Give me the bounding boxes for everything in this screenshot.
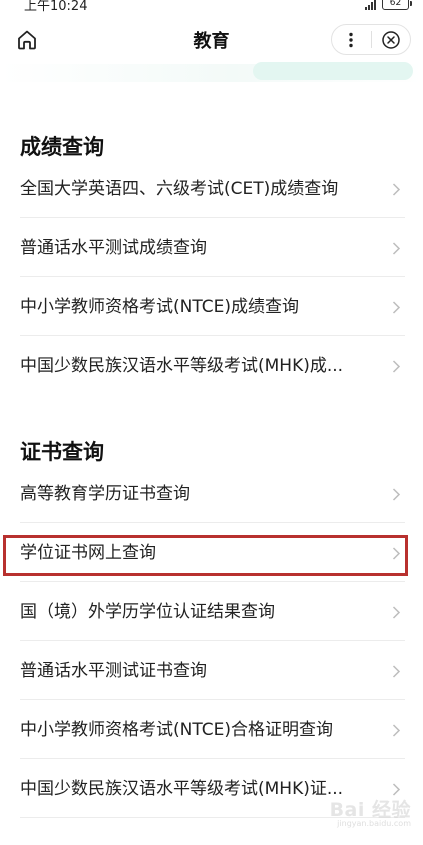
chevron-right-icon [392,665,401,678]
list-item-label: 全国大学英语四、六级考试(CET)成绩查询 [20,179,339,199]
close-button[interactable] [371,25,410,54]
row-divider [20,217,405,218]
watermark: Bai 经验 jingyan.baidu.com [311,795,411,833]
battery-level: 62 [389,0,402,8]
list-item[interactable]: 中国少数民族汉语水平等级考试(MHK)成... [20,337,405,395]
section-title-certificate-query: 证书查询 [20,440,104,464]
row-divider [20,758,405,759]
row-divider [20,699,405,700]
mini-program-capsule [331,24,411,55]
chevron-right-icon [392,488,401,501]
list-item-label: 国（境）外学历学位认证结果查询 [20,602,275,622]
chevron-right-icon [392,242,401,255]
status-indicators: 62 [365,0,412,10]
chevron-right-icon [392,606,401,619]
close-circle-icon [381,30,400,49]
battery-icon: 62 [382,0,412,10]
list-item[interactable]: 全国大学英语四、六级考试(CET)成绩查询 [20,160,405,218]
status-bar: 上午10:24 62 [0,0,423,14]
chevron-right-icon [392,301,401,314]
watermark-url: jingyan.baidu.com [337,819,411,828]
chevron-right-icon [392,183,401,196]
chevron-right-icon [392,724,401,737]
highlight-annotation-box [3,535,408,576]
more-vertical-icon [349,32,353,47]
row-divider [20,581,405,582]
row-divider [20,640,405,641]
row-divider [20,335,405,336]
row-divider [20,276,405,277]
list-item[interactable]: 普通话水平测试证书查询 [20,642,405,700]
list-item-label: 普通话水平测试证书查询 [20,661,207,681]
section-title-score-query: 成绩查询 [20,135,104,159]
list-item[interactable]: 中小学教师资格考试(NTCE)合格证明查询 [20,701,405,759]
list-item[interactable]: 中小学教师资格考试(NTCE)成绩查询 [20,278,405,336]
list-item[interactable]: 普通话水平测试成绩查询 [20,219,405,277]
status-time: 上午10:24 [24,0,88,14]
top-navigation-bar: 教育 [0,14,423,64]
list-item[interactable]: 高等教育学历证书查询 [20,465,405,523]
list-item-label: 高等教育学历证书查询 [20,484,190,504]
list-item[interactable]: 国（境）外学历学位认证结果查询 [20,583,405,641]
row-divider [20,522,405,523]
signal-icon [365,0,376,10]
home-icon[interactable] [15,28,39,52]
list-item-label: 中小学教师资格考试(NTCE)合格证明查询 [20,720,333,740]
banner-pill [253,62,413,80]
chevron-right-icon [392,360,401,373]
list-item-label: 中国少数民族汉语水平等级考试(MHK)成... [20,356,344,376]
watermark-logo: Bai 经验 [329,799,411,821]
list-item-label: 中小学教师资格考试(NTCE)成绩查询 [20,297,299,317]
list-item-label: 普通话水平测试成绩查询 [20,238,207,258]
more-button[interactable] [332,25,371,54]
